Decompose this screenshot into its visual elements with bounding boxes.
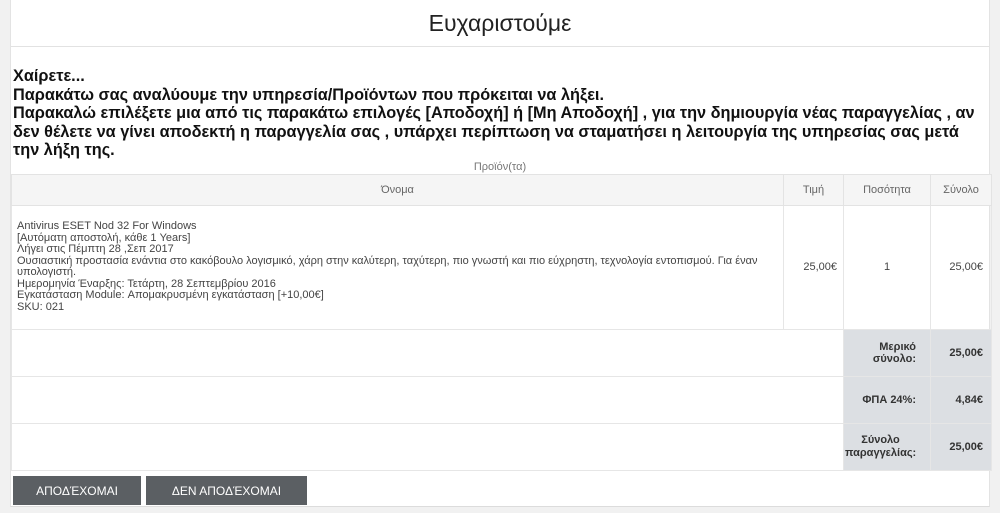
product-summary: Ουσιαστική προστασία ενάντια στο κακόβου… bbox=[17, 254, 758, 278]
grand-total-value: 25,00€ bbox=[930, 422, 992, 471]
table-header-row: Όνομα Τιμή Ποσότητα Σύνολο bbox=[11, 173, 992, 206]
product-expiry: Λήγει στις Πέμπτη 28 ,Σεπ 2017 bbox=[17, 243, 174, 255]
column-header-name: Όνομα bbox=[11, 173, 784, 206]
action-buttons: ΑΠΟΔΈΧΟΜΑΙ ΔΕΝ ΑΠΟΔΈΧΟΜΑΙ bbox=[13, 476, 307, 505]
grand-total-label: Σύνολο παραγγελίας: bbox=[843, 422, 931, 471]
vat-spacer bbox=[11, 375, 844, 424]
intro-line-1: Παρακάτω σας αναλύουμε την υπηρεσία/Προϊ… bbox=[13, 85, 604, 104]
subtotal-row: Μερικό σύνολο: 25,00€ bbox=[11, 328, 992, 377]
accept-button[interactable]: ΑΠΟΔΈΧΟΜΑΙ bbox=[13, 476, 141, 505]
title-bar: Ευχαριστούμε bbox=[11, 0, 989, 47]
column-header-total: Σύνολο bbox=[930, 173, 992, 206]
product-price: 25,00€ bbox=[783, 204, 844, 330]
intro-line-2: Παρακαλώ επιλέξετε μια από τις παρακάτω … bbox=[13, 104, 975, 159]
vat-label: ΦΠΑ 24%: bbox=[843, 375, 931, 424]
product-description: Antivirus ESET Nod 32 For Windows [Αυτόμ… bbox=[11, 204, 784, 330]
subtotal-label: Μερικό σύνολο: bbox=[843, 328, 931, 377]
product-sku: SKU: 021 bbox=[17, 300, 65, 313]
subtotal-value: 25,00€ bbox=[930, 328, 992, 377]
order-renewal-panel: Ευχαριστούμε Χαίρετε... Παρακάτω σας ανα… bbox=[10, 0, 992, 507]
column-header-qty: Ποσότητα bbox=[843, 173, 931, 206]
page-title: Ευχαριστούμε bbox=[428, 9, 572, 36]
product-name: Antivirus ESET Nod 32 For Windows bbox=[17, 220, 197, 232]
grand-total-row: Σύνολο παραγγελίας: 25,00€ bbox=[11, 422, 992, 471]
product-module: Εγκατάσταση Module: Απομακρυσμένη εγκατά… bbox=[17, 289, 324, 301]
vat-value: 4,84€ bbox=[930, 375, 992, 424]
grand-total-spacer bbox=[11, 422, 844, 471]
intro-message: Χαίρετε... Παρακάτω σας αναλύουμε την υπ… bbox=[11, 47, 989, 160]
product-total: 25,00€ bbox=[930, 204, 992, 330]
greeting-text: Χαίρετε... bbox=[13, 67, 85, 85]
product-quantity: 1 bbox=[843, 204, 931, 330]
column-header-price: Τιμή bbox=[783, 173, 844, 206]
products-caption: Προϊόν(τα) bbox=[473, 160, 527, 173]
products-table: Όνομα Τιμή Ποσότητα Σύνολο Antivirus ESE… bbox=[11, 173, 992, 471]
vat-row: ΦΠΑ 24%: 4,84€ bbox=[11, 375, 992, 424]
subtotal-spacer bbox=[11, 328, 844, 377]
table-row: Antivirus ESET Nod 32 For Windows [Αυτόμ… bbox=[11, 204, 992, 330]
decline-button[interactable]: ΔΕΝ ΑΠΟΔΈΧΟΜΑΙ bbox=[146, 476, 307, 505]
